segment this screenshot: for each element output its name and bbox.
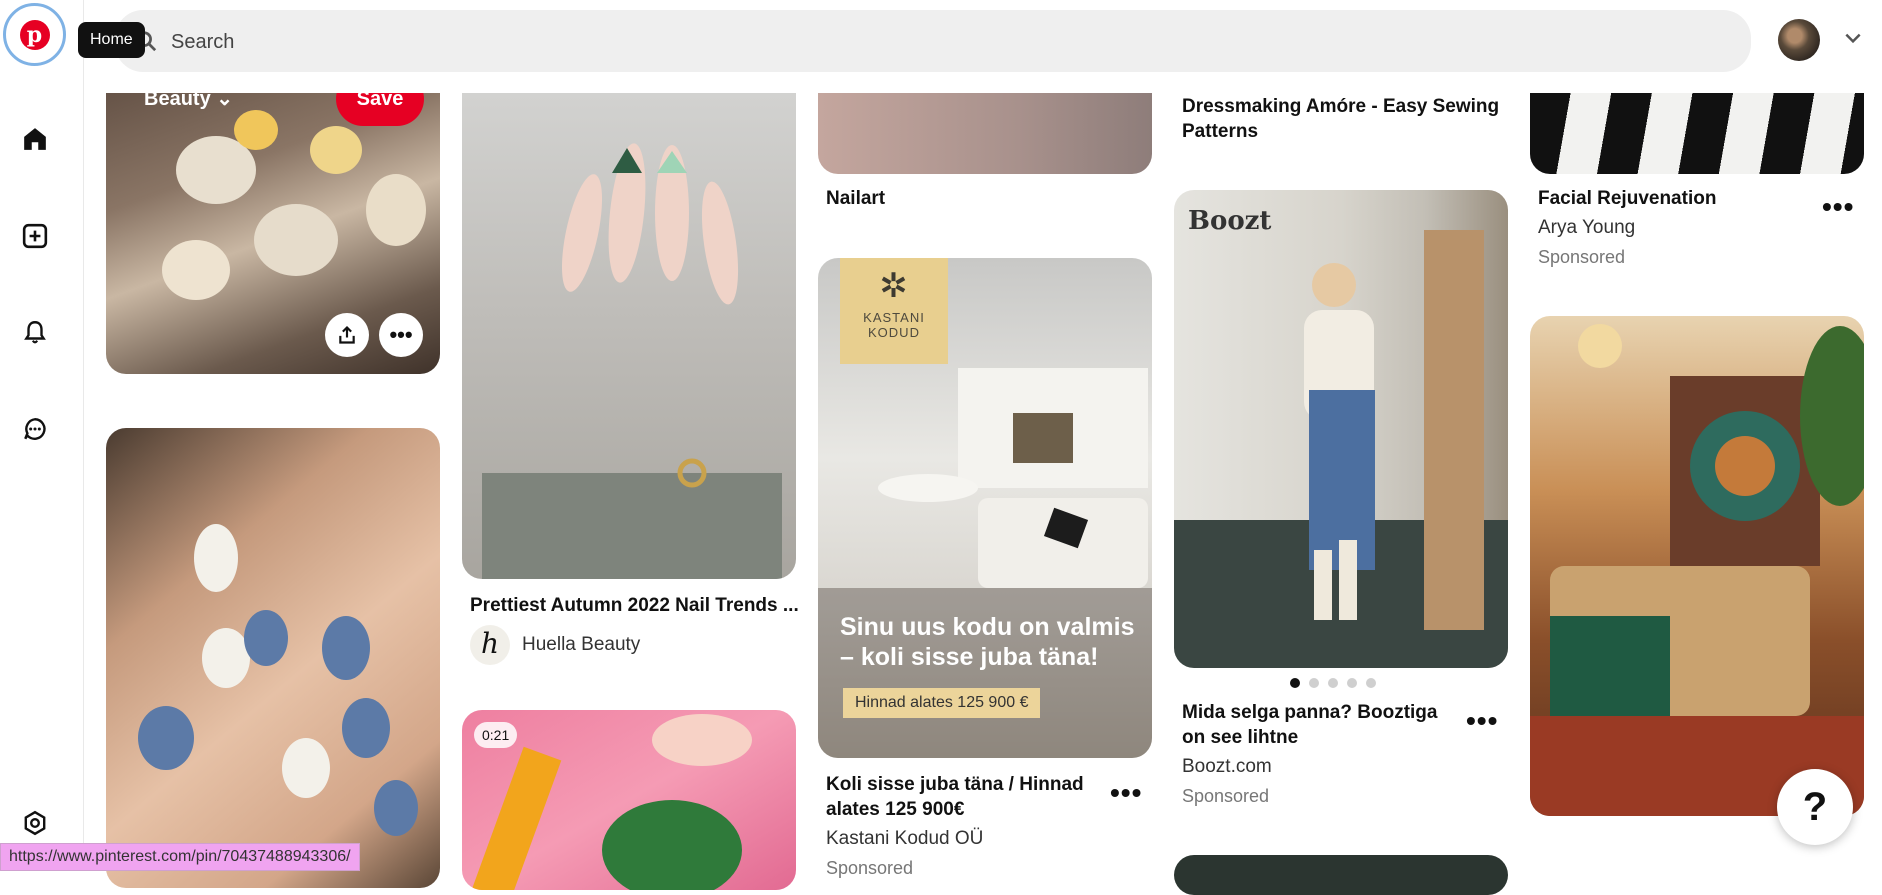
status-bar-url: https://www.pinterest.com/pin/7043748894… xyxy=(0,843,360,871)
pin-source[interactable]: Boozt.com xyxy=(1182,756,1272,778)
pin-title[interactable]: Dressmaking Amóre - Easy Sewing Patterns xyxy=(1182,94,1502,144)
chevron-down-icon[interactable] xyxy=(1843,28,1863,53)
pin-title[interactable]: Facial Rejuvenation xyxy=(1538,186,1716,211)
share-icon[interactable] xyxy=(325,313,369,357)
settings-icon[interactable] xyxy=(13,801,57,845)
notifications-icon[interactable] xyxy=(13,310,57,354)
avatar[interactable] xyxy=(1778,19,1820,61)
pin-image-dark[interactable] xyxy=(1174,855,1508,895)
pin-title[interactable]: Mida selga panna? Booztiga on see lihtne xyxy=(1182,700,1452,750)
pin-image-boozt-fashion[interactable] xyxy=(1174,190,1508,668)
home-tooltip: Home xyxy=(78,22,145,58)
pinterest-logo-icon: p xyxy=(19,19,50,50)
more-options-icon[interactable]: ••• xyxy=(1466,707,1498,735)
more-options-icon[interactable]: ••• xyxy=(379,313,423,357)
more-options-icon[interactable]: ••• xyxy=(1110,779,1142,807)
sponsored-label: Sponsored xyxy=(1182,786,1270,806)
ad-price: Hinnad alates 125 900 € xyxy=(843,688,1041,718)
pin-image-green-french-nails[interactable] xyxy=(462,93,796,579)
ad-headline: Sinu uus kodu on valmis – koli sisse jub… xyxy=(840,613,1135,671)
video-duration-badge: 0:21 xyxy=(474,722,518,748)
pin-image-nails-smiley[interactable] xyxy=(106,428,440,888)
pin-title[interactable]: Prettiest Autumn 2022 Nail Trends ... xyxy=(470,593,799,618)
sponsored-label: Sponsored xyxy=(826,858,914,878)
pin-source[interactable]: Arya Young xyxy=(1538,217,1635,239)
search-bar[interactable] xyxy=(115,10,1751,74)
carousel-indicator[interactable] xyxy=(1290,678,1376,688)
top-header xyxy=(83,0,1882,93)
help-button[interactable]: ? xyxy=(1777,769,1853,845)
boozt-logo: Boozt xyxy=(1188,206,1272,236)
search-input[interactable] xyxy=(169,10,1573,74)
home-icon[interactable] xyxy=(13,117,57,161)
pinterest-logo-button[interactable]: p xyxy=(3,3,66,66)
pin-source[interactable]: Kastani Kodud OÜ xyxy=(826,828,983,850)
pin-image-striped[interactable] xyxy=(1530,93,1864,174)
messages-icon[interactable] xyxy=(13,407,57,451)
pin-title[interactable]: Koli sisse juba täna / Hinnad alates 125… xyxy=(826,772,1086,822)
sponsored-label: Sponsored xyxy=(1538,247,1626,267)
kastani-kodud-logo: ✲ KASTANI KODUD xyxy=(840,258,948,364)
create-icon[interactable] xyxy=(13,214,57,258)
pin-image-boho-bedroom[interactable] xyxy=(1530,316,1864,816)
pin-image-nailart[interactable] xyxy=(818,93,1152,174)
sidebar: p xyxy=(0,0,84,871)
more-options-icon[interactable]: ••• xyxy=(1822,193,1854,221)
pin-title[interactable]: Nailart xyxy=(826,186,885,211)
source-avatar: h xyxy=(470,625,510,665)
pin-source[interactable]: Huella Beauty xyxy=(522,634,640,656)
